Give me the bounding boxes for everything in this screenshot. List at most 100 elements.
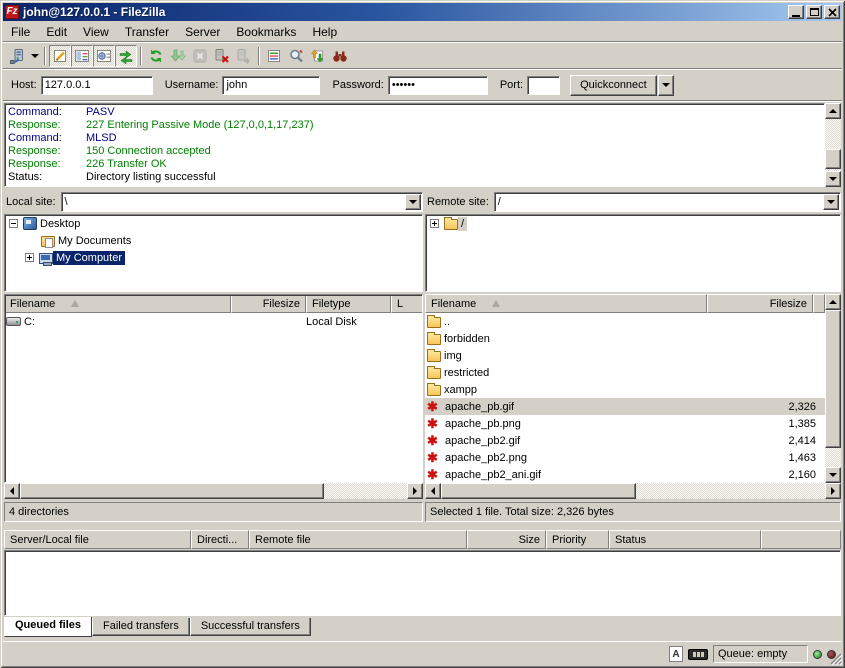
- toggle-local-tree-button[interactable]: [71, 45, 93, 67]
- directory-comparison-button[interactable]: [285, 45, 307, 67]
- menu-file[interactable]: File: [3, 23, 38, 41]
- close-button[interactable]: [824, 5, 840, 19]
- username-input[interactable]: [222, 76, 320, 95]
- quickconnect-dropdown[interactable]: [658, 75, 674, 96]
- resize-grip[interactable]: [828, 651, 842, 665]
- remote-file-row[interactable]: img: [425, 347, 825, 364]
- column-header-filename[interactable]: Filename: [425, 294, 707, 313]
- scroll-down-button[interactable]: [825, 467, 841, 483]
- directory-listing-filters-button[interactable]: [263, 45, 285, 67]
- tree-item-my-computer[interactable]: My Computer: [5, 249, 422, 266]
- remote-file-row[interactable]: ..: [425, 313, 825, 330]
- transfer-type-icon[interactable]: A: [669, 646, 683, 662]
- scroll-right-button[interactable]: [825, 483, 841, 499]
- menu-transfer[interactable]: Transfer: [117, 23, 177, 41]
- expand-expander-icon[interactable]: [25, 253, 34, 262]
- password-input[interactable]: [388, 76, 488, 95]
- synchronized-browsing-button[interactable]: [307, 45, 329, 67]
- expand-expander-icon[interactable]: [430, 219, 439, 228]
- port-input[interactable]: [527, 76, 560, 95]
- remote-file-row[interactable]: apache_pb2.png1,463: [425, 449, 825, 466]
- column-header-server-local-file[interactable]: Server/Local file: [4, 530, 191, 549]
- toggle-message-log-button[interactable]: [49, 45, 71, 67]
- local-pane: Local site: \ Desktop My Documents My Co…: [4, 191, 423, 523]
- scroll-up-button[interactable]: [825, 103, 841, 119]
- column-header-filesize[interactable]: Filesize: [707, 294, 813, 313]
- column-header-extra[interactable]: [761, 530, 841, 549]
- column-header-direction[interactable]: Directi...: [191, 530, 249, 549]
- remote-file-row[interactable]: restricted: [425, 364, 825, 381]
- tree-item-label[interactable]: /: [458, 217, 467, 231]
- local-file-list[interactable]: C: Local Disk: [4, 313, 423, 483]
- speed-limit-icon[interactable]: [688, 649, 708, 660]
- folder-icon: [427, 351, 441, 362]
- find-files-button[interactable]: [329, 45, 351, 67]
- local-site-dropdown-button[interactable]: [405, 194, 421, 210]
- transfer-queue-list[interactable]: [4, 550, 841, 616]
- remote-site-combobox[interactable]: /: [494, 192, 841, 212]
- tree-item-label[interactable]: My Computer: [53, 251, 125, 265]
- column-header-filename[interactable]: Filename: [4, 294, 231, 313]
- tree-item-root[interactable]: /: [426, 215, 840, 232]
- menu-server[interactable]: Server: [177, 23, 228, 41]
- message-log-scrollbar[interactable]: [825, 103, 841, 187]
- scroll-left-button[interactable]: [425, 483, 441, 499]
- tab-queued-files[interactable]: Queued files: [4, 617, 92, 637]
- menu-bookmarks[interactable]: Bookmarks: [228, 23, 304, 41]
- maximize-button[interactable]: [806, 5, 822, 19]
- remote-file-list[interactable]: .. forbidden img restricted xampp apache…: [425, 313, 825, 483]
- column-header-filesize[interactable]: Filesize: [231, 294, 306, 313]
- site-manager-dropdown[interactable]: [28, 45, 41, 67]
- cancel-button[interactable]: [189, 45, 211, 67]
- disconnect-button[interactable]: [211, 45, 233, 67]
- toggle-transfer-queue-button[interactable]: [115, 45, 137, 67]
- local-horizontal-scrollbar[interactable]: [4, 483, 423, 499]
- message-log-text[interactable]: Command:PASV Response:227 Entering Passi…: [4, 103, 825, 187]
- scrollbar-thumb[interactable]: [20, 483, 324, 499]
- scroll-up-button[interactable]: [825, 294, 841, 310]
- tab-failed-transfers[interactable]: Failed transfers: [92, 618, 190, 636]
- local-file-row[interactable]: C: Local Disk: [4, 313, 423, 330]
- tab-successful-transfers[interactable]: Successful transfers: [190, 618, 311, 636]
- remote-horizontal-scrollbar[interactable]: [425, 483, 841, 499]
- menu-edit[interactable]: Edit: [38, 23, 75, 41]
- reconnect-button[interactable]: [233, 45, 255, 67]
- site-manager-button[interactable]: [6, 45, 28, 67]
- menu-view[interactable]: View: [75, 23, 117, 41]
- remote-file-row-selected[interactable]: apache_pb.gif2,326: [425, 398, 825, 415]
- column-header-status[interactable]: Status: [609, 530, 761, 549]
- tree-item-label[interactable]: My Documents: [55, 234, 134, 248]
- remote-file-row[interactable]: apache_pb2_ani.gif2,160: [425, 466, 825, 483]
- column-header-priority[interactable]: Priority: [546, 530, 609, 549]
- column-header-size[interactable]: Size: [467, 530, 546, 549]
- column-header-filetype[interactable]: Filetype: [306, 294, 391, 313]
- column-header-extra[interactable]: [813, 294, 825, 313]
- remote-site-dropdown-button[interactable]: [823, 194, 839, 210]
- host-input[interactable]: [41, 76, 153, 95]
- local-site-combobox[interactable]: \: [61, 192, 423, 212]
- collapse-expander-icon[interactable]: [9, 219, 18, 228]
- remote-vertical-scrollbar[interactable]: [825, 294, 841, 483]
- scrollbar-thumb[interactable]: [441, 483, 636, 499]
- refresh-button[interactable]: [145, 45, 167, 67]
- column-header-last-modified[interactable]: L: [391, 294, 423, 313]
- scrollbar-thumb[interactable]: [825, 310, 841, 448]
- menu-help[interactable]: Help: [304, 23, 345, 41]
- quickconnect-button[interactable]: Quickconnect: [570, 75, 657, 96]
- scroll-down-button[interactable]: [825, 171, 841, 187]
- process-queue-button[interactable]: [167, 45, 189, 67]
- minimize-button[interactable]: [788, 5, 804, 19]
- scrollbar-thumb[interactable]: [825, 149, 841, 169]
- remote-file-row[interactable]: apache_pb.png1,385: [425, 415, 825, 432]
- scroll-left-button[interactable]: [4, 483, 20, 499]
- toggle-remote-tree-button[interactable]: [93, 45, 115, 67]
- remote-file-row[interactable]: forbidden: [425, 330, 825, 347]
- remote-file-row[interactable]: xampp: [425, 381, 825, 398]
- tree-item-my-documents[interactable]: My Documents: [5, 232, 422, 249]
- tree-item-desktop[interactable]: Desktop: [5, 215, 422, 232]
- scroll-right-button[interactable]: [407, 483, 423, 499]
- tree-item-label[interactable]: Desktop: [37, 217, 83, 231]
- remote-file-row[interactable]: apache_pb2.gif2,414: [425, 432, 825, 449]
- column-header-remote-file[interactable]: Remote file: [249, 530, 467, 549]
- divider: [3, 100, 842, 102]
